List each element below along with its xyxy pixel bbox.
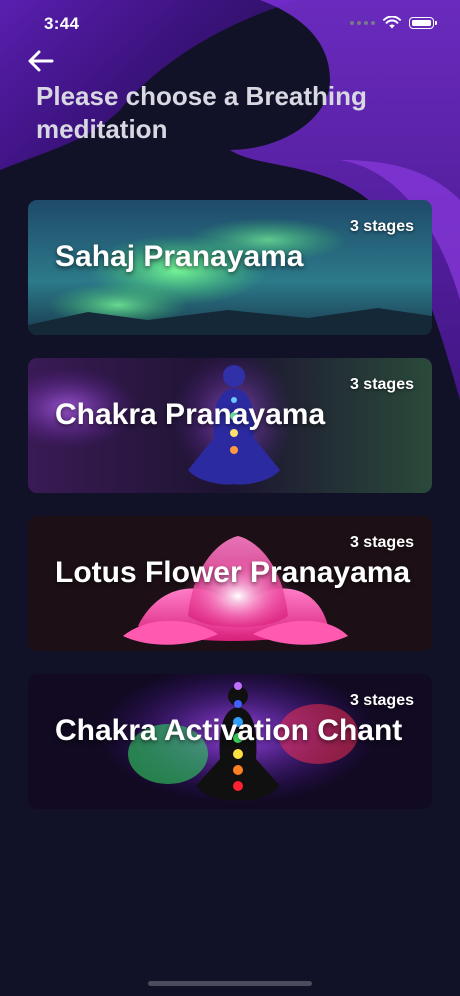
status-time: 3:44 bbox=[44, 14, 80, 33]
meditation-title: Sahaj Pranayama bbox=[55, 240, 304, 273]
meditation-title: Chakra Activation Chant bbox=[55, 714, 403, 747]
wifi-icon bbox=[383, 16, 401, 29]
status-bar: 3:44 bbox=[0, 0, 460, 50]
back-arrow-icon[interactable] bbox=[26, 48, 56, 74]
signal-dots-icon bbox=[350, 20, 375, 25]
meditation-card-chakra-pranayama[interactable]: 3 stages Chakra Pranayama bbox=[28, 358, 432, 493]
meditation-card-chakra-chant[interactable]: 3 stages Chakra Activation Chant bbox=[28, 674, 432, 809]
stages-label: 3 stages bbox=[349, 692, 414, 709]
home-indicator[interactable] bbox=[148, 981, 312, 986]
meditation-list: 3 stages Sahaj Pranayama 3 stages Chakra… bbox=[28, 200, 432, 832]
stages-label: 3 stages bbox=[349, 376, 414, 393]
battery-icon bbox=[409, 16, 437, 29]
stages-label: 3 stages bbox=[349, 218, 414, 235]
status-indicators bbox=[350, 16, 437, 29]
page-title: Please choose a Breathing meditation bbox=[36, 81, 367, 144]
stages-label: 3 stages bbox=[349, 534, 414, 551]
meditation-card-lotus[interactable]: 3 stages Lotus Flower Pranayama bbox=[28, 516, 432, 651]
meditation-title: Chakra Pranayama bbox=[55, 398, 326, 431]
meditation-title: Lotus Flower Pranayama bbox=[55, 556, 411, 589]
meditation-card-sahaj[interactable]: 3 stages Sahaj Pranayama bbox=[28, 200, 432, 335]
